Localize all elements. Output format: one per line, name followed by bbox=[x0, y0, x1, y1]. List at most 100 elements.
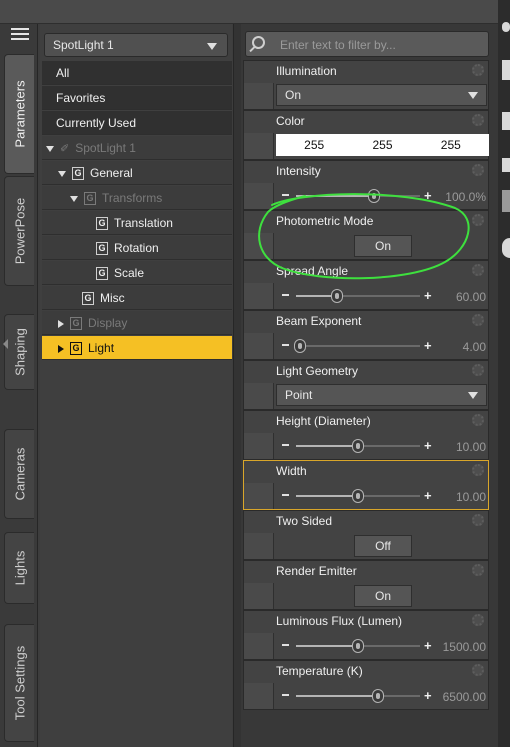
height-value[interactable]: 10.00 bbox=[456, 440, 486, 454]
expand-arrow-icon[interactable] bbox=[46, 145, 54, 152]
increment-button[interactable]: + bbox=[424, 437, 432, 455]
increment-button[interactable]: + bbox=[424, 687, 432, 705]
temperature-slider[interactable] bbox=[296, 689, 420, 703]
decrement-button[interactable] bbox=[282, 444, 289, 446]
keyframe-box[interactable] bbox=[244, 683, 274, 709]
tab-cameras[interactable]: Cameras bbox=[4, 429, 34, 519]
slider-knob[interactable] bbox=[293, 339, 306, 353]
tree-item-rotation[interactable]: G Rotation bbox=[42, 236, 232, 260]
decrement-button[interactable] bbox=[282, 294, 289, 296]
gear-icon[interactable] bbox=[472, 664, 484, 676]
increment-button[interactable]: + bbox=[424, 487, 432, 505]
keyframe-box[interactable] bbox=[244, 333, 274, 359]
menu-icon[interactable] bbox=[11, 28, 29, 44]
toolbar-icon[interactable] bbox=[502, 60, 510, 80]
keyframe-box[interactable] bbox=[244, 633, 274, 659]
keyframe-box[interactable] bbox=[244, 483, 274, 509]
keyframe-box[interactable] bbox=[244, 83, 274, 109]
slider-knob[interactable] bbox=[330, 289, 343, 303]
intensity-value[interactable]: 100.0% bbox=[445, 190, 486, 204]
tree-item-favorites[interactable]: Favorites bbox=[42, 86, 232, 110]
toolbar-icon[interactable] bbox=[502, 158, 510, 172]
tree-item-translation[interactable]: G Translation bbox=[42, 211, 232, 235]
slider-knob[interactable] bbox=[352, 489, 364, 503]
decrement-button[interactable] bbox=[282, 494, 289, 496]
gear-icon[interactable] bbox=[472, 314, 484, 326]
panel-splitter[interactable] bbox=[233, 24, 241, 747]
node-select[interactable]: SpotLight 1 bbox=[44, 33, 228, 57]
collapse-arrow-icon[interactable] bbox=[3, 339, 8, 349]
gear-icon[interactable] bbox=[472, 564, 484, 576]
tab-powerpose[interactable]: PowerPose bbox=[4, 176, 34, 286]
expand-arrow-icon[interactable] bbox=[58, 170, 66, 177]
tree-item-all[interactable]: All bbox=[42, 61, 232, 85]
beam-exponent-slider[interactable] bbox=[293, 339, 420, 353]
render-emitter-toggle[interactable]: On bbox=[354, 585, 412, 607]
tab-tool-settings[interactable]: Tool Settings bbox=[4, 624, 34, 742]
height-slider[interactable] bbox=[296, 439, 420, 453]
slider-knob[interactable] bbox=[368, 189, 381, 203]
decrement-button[interactable] bbox=[282, 194, 289, 196]
filter-input[interactable] bbox=[280, 36, 480, 53]
keyframe-box[interactable] bbox=[244, 133, 274, 159]
tab-shaping[interactable]: Shaping bbox=[4, 314, 34, 390]
increment-button[interactable]: + bbox=[424, 287, 432, 305]
photometric-mode-toggle[interactable]: On bbox=[354, 235, 412, 257]
tree-item-misc[interactable]: G Misc bbox=[42, 286, 232, 310]
light-geometry-dropdown[interactable]: Point bbox=[276, 384, 487, 406]
tab-parameters[interactable]: Parameters bbox=[4, 54, 34, 174]
tree-item-general[interactable]: G General bbox=[42, 161, 232, 185]
increment-button[interactable]: + bbox=[424, 187, 432, 205]
luminous-flux-slider[interactable] bbox=[296, 639, 420, 653]
two-sided-toggle[interactable]: Off bbox=[354, 535, 412, 557]
increment-button[interactable]: + bbox=[424, 637, 432, 655]
decrement-button[interactable] bbox=[282, 644, 289, 646]
increment-button[interactable]: + bbox=[424, 337, 432, 355]
tree-item-transforms[interactable]: G Transforms bbox=[42, 186, 232, 210]
tree-item-light[interactable]: G Light bbox=[42, 336, 232, 360]
tab-lights[interactable]: Lights bbox=[4, 532, 34, 604]
keyframe-box[interactable] bbox=[244, 433, 274, 459]
gear-icon[interactable] bbox=[472, 164, 484, 176]
gear-icon[interactable] bbox=[472, 264, 484, 276]
slider-knob[interactable] bbox=[371, 689, 384, 703]
width-value[interactable]: 10.00 bbox=[456, 490, 486, 504]
gear-icon[interactable] bbox=[472, 114, 484, 126]
gear-icon[interactable] bbox=[472, 214, 484, 226]
width-slider[interactable] bbox=[296, 489, 420, 503]
keyframe-box[interactable] bbox=[244, 383, 274, 409]
spread-angle-value[interactable]: 60.00 bbox=[456, 290, 486, 304]
color-swatch[interactable]: 255 255 255 bbox=[276, 134, 489, 156]
tree-item-spotlight[interactable]: ✐ SpotLight 1 bbox=[42, 136, 232, 160]
keyframe-box[interactable] bbox=[244, 583, 274, 609]
gear-icon[interactable] bbox=[472, 414, 484, 426]
illumination-dropdown[interactable]: On bbox=[276, 84, 487, 106]
color-blue-value[interactable]: 255 bbox=[441, 138, 461, 152]
toolbar-icon[interactable] bbox=[502, 112, 510, 130]
keyframe-box[interactable] bbox=[244, 233, 274, 259]
tree-item-scale[interactable]: G Scale bbox=[42, 261, 232, 285]
gear-icon[interactable] bbox=[472, 64, 484, 76]
keyframe-box[interactable] bbox=[244, 183, 274, 209]
spread-angle-slider[interactable] bbox=[296, 289, 420, 303]
expand-arrow-icon[interactable] bbox=[58, 319, 64, 328]
gear-icon[interactable] bbox=[472, 514, 484, 526]
gear-icon[interactable] bbox=[472, 464, 484, 476]
gear-icon[interactable] bbox=[472, 364, 484, 376]
tree-item-currently-used[interactable]: Currently Used bbox=[42, 111, 232, 135]
decrement-button[interactable] bbox=[282, 344, 289, 346]
toolbar-icon[interactable] bbox=[502, 22, 510, 32]
intensity-slider[interactable] bbox=[296, 189, 420, 203]
temperature-value[interactable]: 6500.00 bbox=[443, 690, 486, 704]
toolbar-icon[interactable] bbox=[502, 190, 510, 212]
toolbar-icon[interactable] bbox=[502, 238, 510, 258]
color-red-value[interactable]: 255 bbox=[304, 138, 324, 152]
tree-item-display[interactable]: G Display bbox=[42, 311, 232, 335]
expand-arrow-icon[interactable] bbox=[70, 195, 78, 202]
keyframe-box[interactable] bbox=[244, 533, 274, 559]
keyframe-box[interactable] bbox=[244, 283, 274, 309]
decrement-button[interactable] bbox=[282, 694, 289, 696]
slider-knob[interactable] bbox=[352, 639, 364, 653]
luminous-flux-value[interactable]: 1500.00 bbox=[443, 640, 486, 654]
beam-exponent-value[interactable]: 4.00 bbox=[463, 340, 486, 354]
